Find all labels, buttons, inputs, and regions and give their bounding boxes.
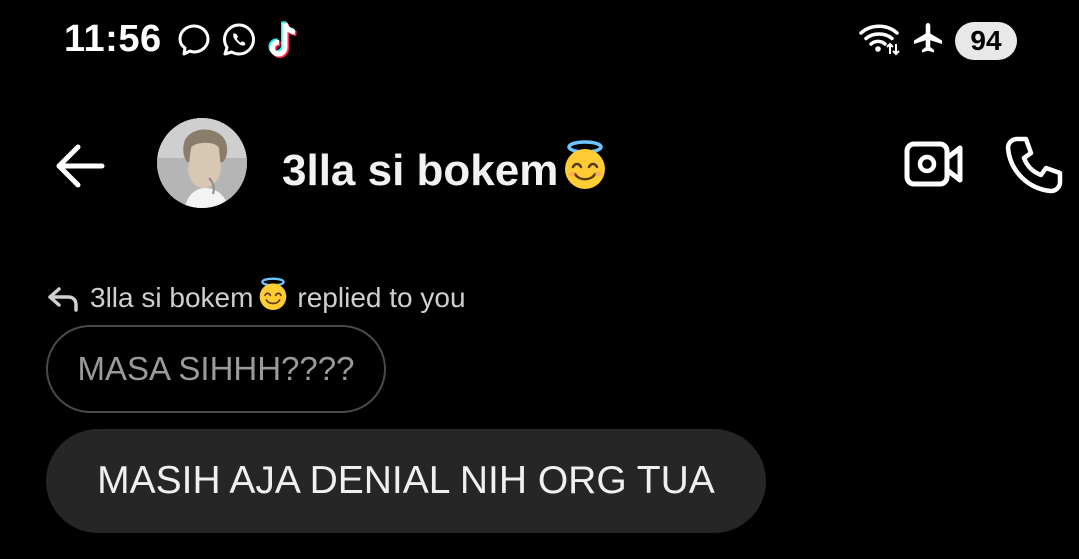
video-call-button[interactable] xyxy=(902,136,966,192)
arrow-left-icon xyxy=(56,144,105,188)
reply-context-text: replied to you xyxy=(297,281,466,313)
message-text: MASIH AJA DENIAL NIH ORG TUA xyxy=(97,459,715,502)
tiktok-icon xyxy=(266,20,302,65)
video-call-icon xyxy=(904,141,963,187)
reply-sender-name: 3lla si bokem xyxy=(90,281,254,313)
quoted-message[interactable]: MASA SIHHH???? xyxy=(46,325,386,413)
airplane-mode-icon xyxy=(911,21,945,60)
quoted-message-text: MASA SIHHH???? xyxy=(77,350,355,387)
reply-context: 3lla si bokem replied to you xyxy=(46,276,466,319)
contact-name[interactable]: 3lla si bokem xyxy=(282,138,612,203)
status-time: 11:56 xyxy=(64,18,162,60)
message-bubble[interactable]: MASIH AJA DENIAL NIH ORG TUA xyxy=(46,429,766,533)
messenger-icon xyxy=(176,22,212,63)
back-button[interactable] xyxy=(52,138,108,194)
battery-indicator: 94 xyxy=(955,21,1017,60)
wifi-icon xyxy=(857,20,901,61)
smiling-face-with-halo-icon xyxy=(558,138,612,203)
phone-icon xyxy=(1005,136,1063,194)
contact-name-text: 3lla si bokem xyxy=(282,145,559,195)
call-button[interactable] xyxy=(1003,134,1065,196)
system-status-icons: 94 xyxy=(857,20,1017,61)
whatsapp-icon xyxy=(220,21,258,64)
smiling-face-with-halo-icon xyxy=(255,276,291,319)
reply-arrow-icon xyxy=(48,286,78,312)
notification-icons xyxy=(176,20,302,65)
avatar[interactable] xyxy=(157,118,247,208)
